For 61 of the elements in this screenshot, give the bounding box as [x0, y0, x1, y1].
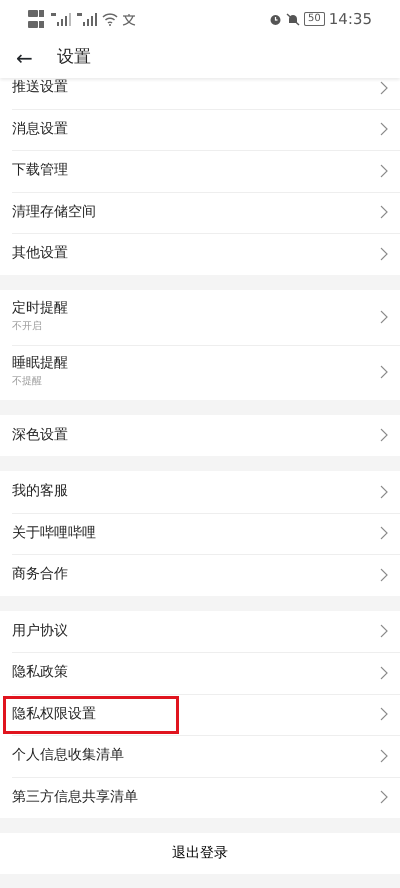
- settings-row[interactable]: 清理存储空间: [0, 192, 400, 233]
- chevron-right-icon: [380, 365, 388, 379]
- row-label: 清理存储空间: [12, 204, 96, 221]
- signal-icon: [50, 12, 72, 26]
- settings-row[interactable]: 隐私权限设置: [0, 694, 400, 735]
- chevron-right-icon: [380, 164, 388, 178]
- row-label: 其他设置: [12, 245, 68, 262]
- signal-icon: [76, 12, 98, 26]
- row-label: 隐私权限设置: [12, 706, 96, 723]
- row-label: 睡眠提醒: [12, 354, 68, 372]
- row-label: 定时提醒: [12, 300, 68, 316]
- row-label: 隐私政策: [12, 664, 68, 682]
- chevron-right-icon: [380, 707, 388, 722]
- row-label: 深色设置: [12, 426, 68, 444]
- chevron-right-icon: [380, 80, 388, 95]
- settings-row[interactable]: 关于哔哩哔哩: [0, 512, 400, 554]
- chevron-right-icon: [380, 246, 388, 261]
- row-label: 个人信息收集清单: [12, 747, 124, 764]
- row-label: 消息设置: [12, 120, 68, 138]
- settings-row[interactable]: 第三方信息共享清单: [0, 776, 400, 818]
- chevron-right-icon: [380, 122, 388, 136]
- settings-row[interactable]: 推送设置: [0, 78, 400, 108]
- row-label: 用户协议: [12, 622, 68, 640]
- settings-row[interactable]: 用户协议: [0, 610, 400, 652]
- settings-row[interactable]: 商务合作: [0, 554, 400, 596]
- chevron-right-icon: [380, 484, 388, 499]
- row-subtitle: 不提醒: [12, 375, 43, 390]
- muted-bell-icon: [286, 12, 300, 26]
- chevron-right-icon: [380, 205, 388, 220]
- chevron-right-icon: [380, 428, 388, 442]
- chevron-right-icon: [380, 666, 388, 680]
- clock-time: 14:35: [328, 8, 372, 30]
- logout-button[interactable]: 退出登录: [0, 833, 400, 874]
- settings-row[interactable]: 定时提醒 不开启: [0, 290, 400, 344]
- chevron-right-icon: [380, 310, 388, 324]
- settings-row[interactable]: 消息设置: [0, 108, 400, 150]
- chevron-right-icon: [380, 526, 388, 540]
- settings-row[interactable]: 深色设置: [0, 414, 400, 456]
- settings-row[interactable]: 其他设置: [0, 233, 400, 274]
- chevron-right-icon: [380, 568, 388, 582]
- translate-icon: [122, 12, 136, 26]
- row-label: 商务合作: [12, 566, 68, 584]
- row-subtitle: 不开启: [12, 320, 43, 334]
- chevron-right-icon: [380, 790, 388, 804]
- row-label: 下载管理: [12, 162, 68, 180]
- page-title: 设置: [56, 46, 91, 70]
- settings-row[interactable]: 睡眠提醒 不提醒: [0, 344, 400, 400]
- chevron-right-icon: [380, 748, 388, 763]
- row-label: 关于哔哩哔哩: [12, 524, 96, 542]
- back-button[interactable]: ←: [16, 43, 33, 73]
- settings-row[interactable]: 我的客服: [0, 471, 400, 512]
- chevron-right-icon: [380, 624, 388, 638]
- row-label: 我的客服: [12, 483, 68, 500]
- settings-row[interactable]: 个人信息收集清单: [0, 735, 400, 776]
- row-label: 推送设置: [12, 79, 68, 96]
- wifi-icon: [102, 12, 118, 26]
- row-label: 第三方信息共享清单: [12, 788, 138, 806]
- settings-row[interactable]: 隐私政策: [0, 652, 400, 694]
- settings-row[interactable]: 下载管理: [0, 150, 400, 192]
- battery-indicator: 50: [304, 12, 325, 26]
- alarm-icon: [269, 12, 282, 26]
